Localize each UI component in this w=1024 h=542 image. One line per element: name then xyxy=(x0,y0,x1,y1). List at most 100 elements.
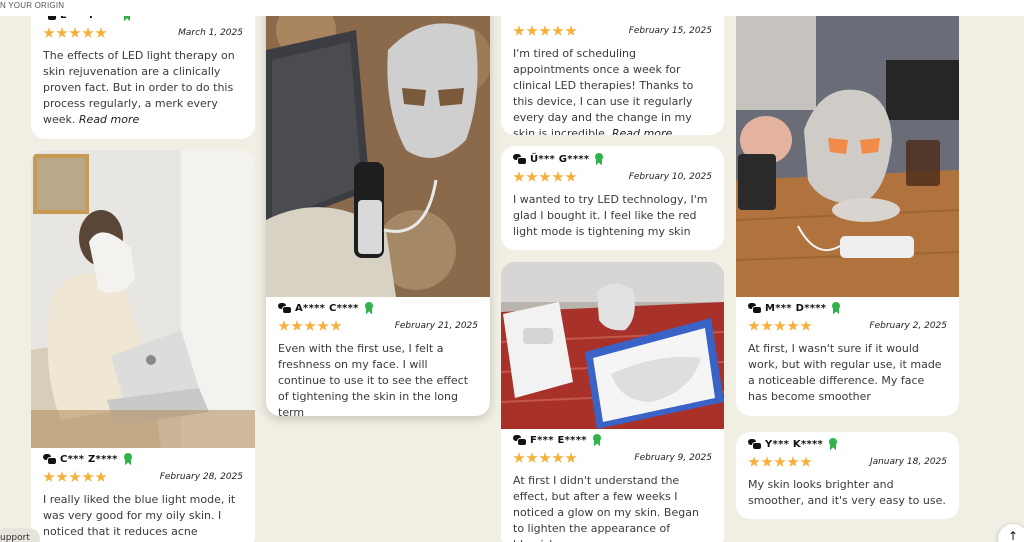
chat-icon xyxy=(748,303,762,314)
verified-badge-icon xyxy=(364,302,374,314)
review-text: At first, I wasn't sure if it would work… xyxy=(748,342,942,403)
star-icon xyxy=(513,25,525,36)
reviewer-name: A**** C**** xyxy=(295,302,359,314)
review-card: February 15, 2025 I'm tired of schedulin… xyxy=(501,0,724,135)
chat-icon xyxy=(748,439,762,450)
read-more-link[interactable]: Read more xyxy=(612,127,672,135)
star-icon xyxy=(539,452,551,463)
chat-icon xyxy=(513,154,527,165)
review-text: I really liked the blue light mode, it w… xyxy=(43,493,236,542)
star-icon xyxy=(526,171,538,182)
star-icon xyxy=(552,452,564,463)
star-rating xyxy=(513,25,577,37)
review-text: At first I didn't understand the effect,… xyxy=(513,474,699,542)
star-rating xyxy=(278,320,342,332)
star-icon xyxy=(565,171,577,182)
review-text: Even with the first use, I felt a freshn… xyxy=(278,342,469,416)
star-icon xyxy=(526,452,538,463)
review-photo[interactable] xyxy=(736,0,959,297)
review-date: February 2, 2025 xyxy=(869,321,947,331)
review-date: January 18, 2025 xyxy=(869,457,947,467)
star-icon xyxy=(552,25,564,36)
star-icon xyxy=(82,471,94,482)
star-icon xyxy=(69,471,81,482)
review-card: Y*** K**** January 18, 2025 My skin look… xyxy=(736,432,959,519)
read-more-link[interactable]: Read more xyxy=(79,113,139,126)
reviewer-name: Y*** K**** xyxy=(765,438,824,450)
star-rating xyxy=(43,27,107,39)
star-icon xyxy=(95,27,107,38)
review-text: I'm tired of scheduling appointments onc… xyxy=(513,46,712,135)
star-icon xyxy=(761,456,773,467)
star-rating xyxy=(513,171,577,183)
support-label: upport xyxy=(0,533,30,542)
top-bar: N YOUR ORIGIN xyxy=(0,0,1024,16)
review-card: F*** E**** February 9, 2025 At first I d… xyxy=(501,262,724,542)
review-date: February 9, 2025 xyxy=(634,453,712,463)
review-card: E*** T**** March 1, 2025 The effects of … xyxy=(31,0,255,139)
star-icon xyxy=(304,320,316,331)
star-rating xyxy=(43,471,107,483)
star-icon xyxy=(291,320,303,331)
review-text: My skin looks brighter and smoother, and… xyxy=(748,478,946,507)
star-icon xyxy=(513,452,525,463)
star-icon xyxy=(330,320,342,331)
star-icon xyxy=(513,171,525,182)
tagline: N YOUR ORIGIN xyxy=(0,1,65,10)
arrow-up-icon: ↑ xyxy=(1008,529,1019,542)
star-icon xyxy=(787,456,799,467)
review-date: March 1, 2025 xyxy=(178,28,243,38)
star-icon xyxy=(526,25,538,36)
star-icon xyxy=(748,320,760,331)
review-card: A**** C**** February 21, 2025 Even with … xyxy=(266,0,490,416)
verified-badge-icon xyxy=(831,302,841,314)
verified-badge-icon xyxy=(123,453,133,465)
star-icon xyxy=(800,456,812,467)
star-icon xyxy=(95,471,107,482)
star-icon xyxy=(552,171,564,182)
review-date: February 15, 2025 xyxy=(628,26,712,36)
chat-icon xyxy=(278,303,292,314)
scroll-to-top-button[interactable]: ↑ xyxy=(998,524,1024,542)
star-icon xyxy=(82,27,94,38)
star-icon xyxy=(565,25,577,36)
star-icon xyxy=(565,452,577,463)
chat-icon xyxy=(513,435,527,446)
review-photo[interactable] xyxy=(31,150,255,448)
star-icon xyxy=(56,27,68,38)
star-rating xyxy=(748,456,812,468)
reviewer-name: F*** E**** xyxy=(530,434,587,446)
star-rating xyxy=(513,452,577,464)
review-date: February 10, 2025 xyxy=(628,172,712,182)
review-date: February 21, 2025 xyxy=(394,321,478,331)
verified-badge-icon xyxy=(828,438,838,450)
star-icon xyxy=(800,320,812,331)
star-icon xyxy=(539,171,551,182)
star-icon xyxy=(539,25,551,36)
review-photo[interactable] xyxy=(266,0,490,297)
support-button[interactable]: upport xyxy=(0,528,40,542)
reviewer-name: Ü*** G**** xyxy=(530,153,590,165)
star-icon xyxy=(748,456,760,467)
reviewer-name: C*** Z**** xyxy=(60,453,118,465)
review-text: I wanted to try LED technology, I'm glad… xyxy=(513,193,708,238)
review-date: February 28, 2025 xyxy=(159,472,243,482)
star-icon xyxy=(43,27,55,38)
star-icon xyxy=(761,320,773,331)
verified-badge-icon xyxy=(594,153,604,165)
star-icon xyxy=(43,471,55,482)
star-icon xyxy=(774,456,786,467)
star-rating xyxy=(748,320,812,332)
star-icon xyxy=(317,320,329,331)
review-card: Ü*** G**** February 10, 2025 I wanted to… xyxy=(501,146,724,250)
star-icon xyxy=(278,320,290,331)
star-icon xyxy=(69,27,81,38)
review-photo[interactable] xyxy=(501,262,724,429)
review-text: The effects of LED light therapy on skin… xyxy=(43,49,235,126)
reviewer-name: M*** D**** xyxy=(765,302,827,314)
chat-icon xyxy=(43,454,57,465)
review-card: C*** Z**** February 28, 2025 I really li… xyxy=(31,150,255,542)
verified-badge-icon xyxy=(592,434,602,446)
star-icon xyxy=(56,471,68,482)
star-icon xyxy=(774,320,786,331)
